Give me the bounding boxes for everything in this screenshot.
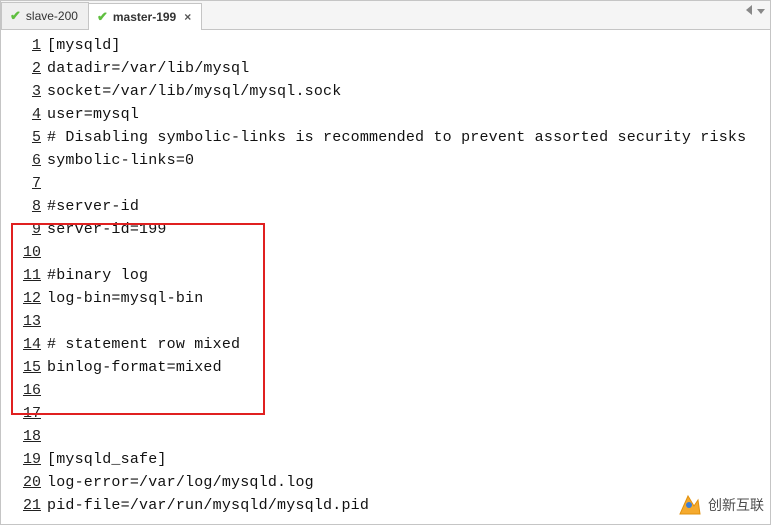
line-text: # statement row mixed <box>43 333 240 356</box>
line-text: socket=/var/lib/mysql/mysql.sock <box>43 80 341 103</box>
line-number: 19 <box>1 448 43 471</box>
code-line: 2datadir=/var/lib/mysql <box>1 57 770 80</box>
line-number: 13 <box>1 310 43 333</box>
check-icon: ✔ <box>10 8 21 24</box>
line-text: log-error=/var/log/mysqld.log <box>43 471 314 494</box>
tab-bar: ✔ slave-200 ✔ master-199 × <box>1 1 770 30</box>
line-number: 17 <box>1 402 43 425</box>
line-text: log-bin=mysql-bin <box>43 287 203 310</box>
line-number: 18 <box>1 425 43 448</box>
line-number: 10 <box>1 241 43 264</box>
line-number: 7 <box>1 172 43 195</box>
line-number: 6 <box>1 149 43 172</box>
code-line: 14# statement row mixed <box>1 333 770 356</box>
line-text: datadir=/var/lib/mysql <box>43 57 249 80</box>
line-number: 14 <box>1 333 43 356</box>
code-line: 6symbolic-links=0 <box>1 149 770 172</box>
code-line: 20log-error=/var/log/mysqld.log <box>1 471 770 494</box>
tab-label: master-199 <box>113 10 176 24</box>
tab-master-199[interactable]: ✔ master-199 × <box>88 3 202 30</box>
code-line: 3socket=/var/lib/mysql/mysql.sock <box>1 80 770 103</box>
code-line: 9server-id=199 <box>1 218 770 241</box>
line-number: 1 <box>1 34 43 57</box>
tab-menu-icon[interactable] <box>757 9 765 14</box>
close-icon[interactable]: × <box>184 10 191 24</box>
line-number: 8 <box>1 195 43 218</box>
line-text: binlog-format=mixed <box>43 356 222 379</box>
code-line: 13 <box>1 310 770 333</box>
code-line: 10 <box>1 241 770 264</box>
code-line: 21pid-file=/var/run/mysqld/mysqld.pid <box>1 494 770 517</box>
line-text: #binary log <box>43 264 148 287</box>
line-number: 5 <box>1 126 43 149</box>
line-number: 15 <box>1 356 43 379</box>
line-number: 9 <box>1 218 43 241</box>
code-line: 7 <box>1 172 770 195</box>
tab-scroll-left-icon[interactable] <box>746 5 752 15</box>
line-number: 11 <box>1 264 43 287</box>
code-line: 19[mysqld_safe] <box>1 448 770 471</box>
code-line: 16 <box>1 379 770 402</box>
code-editor[interactable]: 1[mysqld] 2datadir=/var/lib/mysql 3socke… <box>1 30 770 517</box>
line-text: user=mysql <box>43 103 139 126</box>
code-line: 8#server-id <box>1 195 770 218</box>
code-line: 15binlog-format=mixed <box>1 356 770 379</box>
line-number: 4 <box>1 103 43 126</box>
line-number: 3 <box>1 80 43 103</box>
code-line: 12log-bin=mysql-bin <box>1 287 770 310</box>
code-line: 5# Disabling symbolic-links is recommend… <box>1 126 770 149</box>
code-line: 1[mysqld] <box>1 34 770 57</box>
tab-label: slave-200 <box>26 9 78 23</box>
tab-slave-200[interactable]: ✔ slave-200 <box>1 2 89 29</box>
line-text: # Disabling symbolic-links is recommende… <box>43 126 746 149</box>
editor-window: ✔ slave-200 ✔ master-199 × 1[mysqld] 2da… <box>0 0 771 525</box>
line-text: server-id=199 <box>43 218 167 241</box>
check-icon: ✔ <box>97 9 108 25</box>
code-line: 18 <box>1 425 770 448</box>
line-number: 16 <box>1 379 43 402</box>
line-text: symbolic-links=0 <box>43 149 194 172</box>
code-line: 4user=mysql <box>1 103 770 126</box>
line-text: [mysqld] <box>43 34 121 57</box>
line-number: 20 <box>1 471 43 494</box>
code-line: 11#binary log <box>1 264 770 287</box>
line-text: [mysqld_safe] <box>43 448 167 471</box>
line-number: 12 <box>1 287 43 310</box>
line-number: 21 <box>1 494 43 517</box>
line-text: pid-file=/var/run/mysqld/mysqld.pid <box>43 494 369 517</box>
line-text: #server-id <box>43 195 139 218</box>
code-line: 17 <box>1 402 770 425</box>
line-number: 2 <box>1 57 43 80</box>
